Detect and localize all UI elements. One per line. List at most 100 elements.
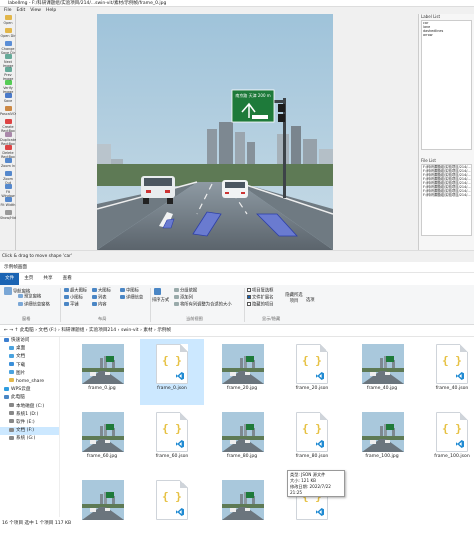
folder-icon: [4, 337, 9, 342]
image-file-tile[interactable]: frame_100.jpg: [350, 407, 414, 473]
folder-icon: [9, 411, 14, 416]
explorer-title: 示例帧画面: [0, 262, 474, 273]
rect-icon: [4, 119, 12, 124]
image-file-tile[interactable]: [70, 475, 134, 541]
item-checkboxes-toggle[interactable]: 项目复选框: [247, 288, 273, 295]
nav-item[interactable]: 此电脑: [0, 394, 59, 402]
vscode-icon: [176, 440, 184, 448]
nav-item[interactable]: 本地磁盘 (C:): [0, 403, 59, 411]
nav-item[interactable]: 桌面: [0, 345, 59, 353]
image-file-tile[interactable]: frame_20.jpg: [210, 339, 274, 405]
nav-item[interactable]: WPS云盘: [0, 386, 59, 394]
nav-item[interactable]: 图片: [0, 370, 59, 378]
menu-file[interactable]: File: [4, 8, 12, 13]
folder-icon: [9, 419, 14, 424]
folder-icon: [4, 394, 9, 399]
tool-rect[interactable]: Create RectBox: [0, 118, 16, 133]
image-thumbnail: [82, 412, 124, 452]
vscode-icon: [456, 440, 464, 448]
nav-item[interactable]: home_share: [0, 378, 59, 386]
add-column-button[interactable]: 添加列: [174, 295, 193, 302]
json-file-tile[interactable]: { } frame_40.json: [420, 339, 474, 405]
labelimg-menubar: File Edit View Help: [0, 7, 474, 14]
view-large[interactable]: 大图标: [92, 288, 111, 295]
view-list[interactable]: 列表: [92, 295, 107, 302]
view-medium[interactable]: 中图标: [120, 288, 139, 295]
folder-icon: [9, 345, 14, 350]
view-small[interactable]: 小图标: [64, 295, 83, 302]
nav-item[interactable]: 文档: [0, 353, 59, 361]
image-file-tile[interactable]: [210, 475, 274, 541]
tool-format[interactable]: PascalVOC: [0, 105, 18, 118]
json-file-icon: { }: [156, 480, 188, 520]
image-file-tile[interactable]: frame_60.jpg: [70, 407, 134, 473]
file-name: frame_80.jpg: [226, 454, 258, 459]
nav-item[interactable]: 文档 (F:): [0, 427, 59, 436]
vscode-icon: [316, 372, 324, 380]
json-file-tile[interactable]: { }: [140, 475, 204, 541]
folder-icon: [9, 427, 14, 432]
tool-folder-save[interactable]: Change Save Dir: [0, 40, 16, 55]
file-name: frame_20.json: [295, 386, 329, 391]
size-columns-button[interactable]: 将所有列调整为合适的大小: [174, 302, 232, 309]
address-bar[interactable]: ← → ↑ 此电脑 › 文档 (F:) › 科研课题组 › 实验项目214 › …: [0, 325, 474, 337]
back-arrow-icon[interactable]: ←: [0, 328, 8, 333]
view-tiles[interactable]: 平铺: [64, 302, 79, 309]
explorer-status: 16 个项目 选中 1 个项目 117 KB: [2, 521, 72, 526]
nav-item[interactable]: 软件 (E:): [0, 419, 59, 427]
tool-zoom-out[interactable]: Zoom Out: [0, 170, 16, 185]
file-list[interactable]: F:/科研课题组/实验项目/214/... F:/科研课题组/实验项目/214/.…: [421, 164, 472, 236]
hide-selected-button[interactable]: 隐藏所选项目: [284, 293, 304, 305]
file-name: frame_40.json: [435, 386, 469, 391]
nav-item[interactable]: 系统 (G:): [0, 435, 59, 443]
json-file-tile[interactable]: { } frame_80.json: [280, 407, 344, 473]
tool-folder-open[interactable]: Open Dir: [0, 27, 16, 40]
json-file-tile[interactable]: { } frame_100.json: [420, 407, 474, 473]
label-list-item[interactable]: arrow: [422, 33, 471, 37]
vscode-icon: [176, 372, 184, 380]
menu-edit[interactable]: Edit: [17, 8, 26, 13]
tool-folder[interactable]: Open: [0, 14, 16, 27]
preview-pane-button[interactable]: 预览窗格: [18, 294, 41, 301]
tab-home[interactable]: 主页: [19, 273, 38, 285]
menu-help[interactable]: Help: [46, 8, 56, 13]
labelimg-dock: Label List car lane dashedlines arrow File …: [418, 14, 474, 250]
image-thumbnail: [82, 480, 124, 520]
details-pane-button[interactable]: 详细信息窗格: [18, 302, 50, 309]
image-file-tile[interactable]: frame_0.jpg: [70, 339, 134, 405]
json-file-tile[interactable]: { } frame_0.json: [140, 339, 204, 405]
options-button[interactable]: 选项: [306, 298, 315, 304]
json-file-tile[interactable]: { } frame_60.json: [140, 407, 204, 473]
file-list-item[interactable]: F:/科研课题组/实验项目/214/...: [422, 193, 471, 197]
file-extensions-toggle[interactable]: 文件扩展名: [247, 295, 273, 302]
hidden-items-toggle[interactable]: 隐藏的项目: [247, 302, 273, 309]
zoom-out-icon: [4, 171, 12, 176]
json-file-icon: { }: [156, 344, 188, 384]
view-content[interactable]: 内容: [92, 302, 107, 309]
nav-item[interactable]: 快速访问: [0, 337, 59, 345]
tab-share[interactable]: 共享: [38, 273, 57, 285]
vscode-icon: [316, 440, 324, 448]
sort-button[interactable]: [154, 288, 162, 296]
view-extra-large[interactable]: 超大图标: [64, 288, 87, 295]
breadcrumb[interactable]: 此电脑 › 文档 (F:) › 科研课题组 › 实验项目214 › swin-v…: [20, 328, 171, 333]
file-name: frame_100.jpg: [365, 454, 399, 459]
nav-item[interactable]: 系统1 (D:): [0, 411, 59, 419]
road-image[interactable]: 南京路 天津 200 m: [97, 14, 333, 250]
json-file-tile[interactable]: { } frame_20.json: [280, 339, 344, 405]
pane-group-label: 窗格: [22, 316, 31, 321]
view-details[interactable]: 详细信息: [120, 295, 143, 302]
folder-icon: [9, 378, 14, 383]
image-file-tile[interactable]: frame_80.jpg: [210, 407, 274, 473]
image-file-tile[interactable]: frame_40.jpg: [350, 339, 414, 405]
nav-item[interactable]: 下载: [0, 362, 59, 370]
image-thumbnail: [362, 344, 404, 384]
file-name: frame_40.jpg: [366, 386, 398, 391]
tool-eye[interactable]: Show/Hide: [0, 209, 18, 222]
label-list[interactable]: car lane dashedlines arrow: [421, 20, 472, 150]
menu-view[interactable]: View: [30, 8, 41, 13]
file-grid: frame_0.jpg { } frame_0.json frame_20.jpg { …: [60, 337, 474, 520]
tab-file[interactable]: 文件: [0, 273, 20, 285]
tab-view[interactable]: 查看: [58, 273, 77, 285]
group-by-button[interactable]: 分组依据: [174, 288, 197, 295]
